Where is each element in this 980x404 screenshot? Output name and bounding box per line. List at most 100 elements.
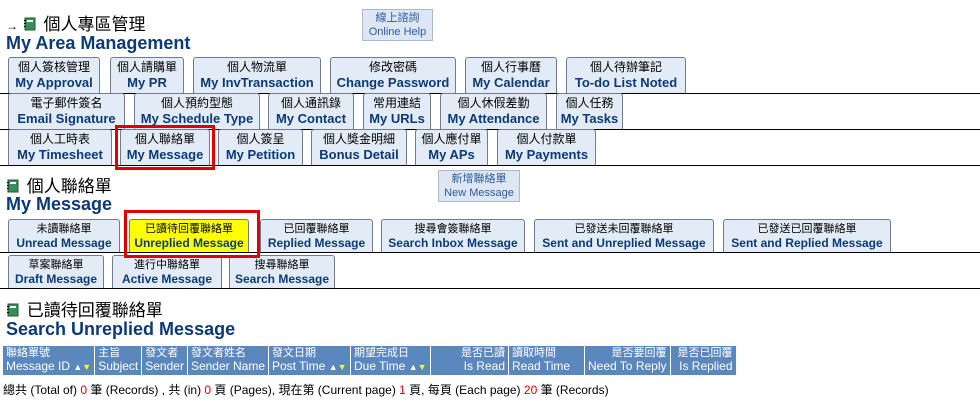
sort-asc-icon[interactable]: ▲ (73, 362, 82, 372)
tab-label-en: Search Message (234, 272, 330, 286)
tab-label-zh: 個人預約型態 (160, 96, 233, 110)
tab-my-petition[interactable]: 個人簽呈 My Petition (218, 129, 303, 165)
tab-label-zh: 進行中聯絡單 (134, 259, 200, 271)
table-header-row: 聯絡單號 Message ID ▲▼ 主旨 Subject 發文者 Sender 發文… (1, 345, 737, 376)
sort-desc-icon[interactable]: ▼ (418, 362, 427, 372)
footer-text: 筆 (Records) , 共 (in) (87, 383, 205, 397)
area-title-en: My Area Management (6, 33, 191, 53)
tab-schedule-type[interactable]: 個人預約型態 My Schedule Type (134, 93, 260, 129)
tab-change-password[interactable]: 修改密碼 Change Password (330, 57, 456, 93)
tab-sent-replied-message[interactable]: 已發送已回覆聯絡單 Sent and Replied Message (723, 219, 891, 252)
tab-my-attendance[interactable]: 個人休假差勤 My Attendance (440, 93, 547, 129)
tab-my-tasks[interactable]: 個人任務 My Tasks (556, 93, 623, 129)
tab-label-zh: 已發送已回覆聯絡單 (757, 223, 857, 235)
area-tabs-row-3: 個人工時表 My Timesheet 個人聯絡單 My Message 個人簽呈 My… (0, 129, 980, 166)
col-label-en: Is Read (463, 359, 505, 373)
message-tabs-row-1: 未讀聯絡單 Unread Message 已讀待回覆聯絡單 Unreplied Me… (0, 219, 980, 253)
tab-unread-message[interactable]: 未讀聯絡單 Unread Message (8, 219, 120, 252)
tab-replied-message[interactable]: 已回覆聯絡單 Replied Message (260, 219, 373, 252)
tab-search-message[interactable]: 搜尋聯絡單 Search Message (229, 255, 335, 288)
tab-label-en: My Payments (504, 147, 589, 162)
tab-my-pr[interactable]: 個人請購單 My PR (110, 57, 184, 93)
sort-icon[interactable]: ▲▼ (329, 362, 347, 372)
tab-my-calendar[interactable]: 個人行事曆 My Calendar (465, 57, 557, 93)
tab-label-en: Active Message (121, 272, 213, 286)
sort-icon[interactable]: ▲▼ (409, 362, 427, 372)
sort-desc-icon[interactable]: ▼ (338, 362, 347, 372)
tab-label-zh: 個人休假差勤 (457, 96, 530, 110)
tab-baseline (0, 288, 980, 289)
sort-desc-icon[interactable]: ▼ (82, 362, 91, 372)
col-label-en: Due Time (354, 359, 406, 373)
tab-search-inbox-message[interactable]: 搜尋會簽聯絡單 Search Inbox Message (381, 219, 525, 252)
tab-my-contact[interactable]: 個人通訊錄 My Contact (268, 93, 354, 129)
search-title-zh: 已讀待回覆聯絡單 (26, 301, 163, 320)
tab-label-en: Search Inbox Message (388, 236, 518, 250)
tab-draft-message[interactable]: 草案聯絡單 Draft Message (8, 255, 104, 288)
col-is-read: 是否已讀 Is Read (430, 345, 509, 376)
tab-email-signature[interactable]: 電子郵件簽名 Email Signature (8, 93, 125, 129)
tab-label-zh: 個人通訊錄 (280, 96, 341, 110)
footer-text: 總共 (Total of) (3, 383, 81, 397)
notebook-icon (23, 17, 36, 31)
tab-label-zh: 已讀待回覆聯絡單 (145, 223, 233, 235)
tab-label-en: My Petition (225, 147, 296, 162)
col-sender: 發文者 Sender (141, 345, 188, 376)
notebook-icon (7, 303, 19, 317)
tab-my-urls[interactable]: 常用連結 My URLs (363, 93, 431, 129)
tab-label-en: Sent and Unreplied Message (542, 236, 706, 250)
tab-label-zh: 個人應付單 (421, 132, 482, 146)
tab-label-zh: 個人簽呈 (236, 132, 285, 146)
tab-label-zh: 草案聯絡單 (28, 259, 84, 271)
col-label-en: Post Time (272, 359, 326, 373)
tab-todo-list[interactable]: 個人待辦筆記 To-do List Noted (566, 57, 686, 93)
current-page: 1 (399, 383, 406, 397)
tab-my-payments[interactable]: 個人付款單 My Payments (497, 129, 596, 165)
sort-asc-icon[interactable]: ▲ (409, 362, 418, 372)
tab-active-message[interactable]: 進行中聯絡單 Active Message (112, 255, 222, 288)
tab-my-invtransaction[interactable]: 個人物流單 My InvTransaction (193, 57, 321, 93)
tab-label-zh: 搜尋聯絡單 (254, 259, 310, 271)
tab-my-aps[interactable]: 個人應付單 My APs (415, 129, 488, 165)
tab-my-message[interactable]: 個人聯絡單 My Message (120, 129, 210, 165)
tab-label-en: My APs (428, 147, 475, 162)
col-message-id[interactable]: 聯絡單號 Message ID ▲▼ (1, 345, 96, 376)
online-help-button[interactable]: 線上諮詢 Online Help (362, 9, 433, 41)
col-sender-name: 發文者姓名 Sender Name (186, 345, 270, 376)
col-label-en: Need To Reply (588, 359, 667, 373)
tab-label-zh: 個人獎金明細 (322, 132, 395, 146)
new-message-button[interactable]: 新增聯絡單 New Message (438, 170, 520, 202)
col-label-en: Message ID (6, 359, 71, 373)
tab-label-en: My Contact (275, 111, 347, 126)
tab-label-zh: 個人付款單 (516, 132, 577, 146)
tab-label-zh: 個人任務 (565, 96, 614, 110)
footer-text: 筆 (Records) (537, 383, 609, 397)
tab-label-en: My URLs (369, 111, 425, 126)
new-message-en: New Message (444, 187, 514, 199)
tab-label-en: Sent and Replied Message (731, 236, 883, 250)
tab-unreplied-message[interactable]: 已讀待回覆聯絡單 Unreplied Message (129, 219, 249, 252)
tab-label-zh: 常用連結 (372, 96, 421, 110)
message-tabs-row-2: 草案聯絡單 Draft Message 進行中聯絡單 Active Message … (0, 255, 980, 289)
tab-my-approval[interactable]: 個人簽核管理 My Approval (8, 57, 100, 93)
col-due-time[interactable]: 期望完成日 Due Time ▲▼ (350, 345, 431, 376)
col-label-en: Read Time (512, 359, 571, 373)
area-title: → 個人專區管理 (6, 10, 145, 35)
tab-label-en: Email Signature (17, 111, 116, 126)
tab-label-en: My Schedule Type (140, 111, 254, 126)
tab-sent-unreplied-message[interactable]: 已發送未回覆聯絡單 Sent and Unreplied Message (534, 219, 714, 252)
notebook-icon (7, 179, 19, 193)
tab-baseline (0, 165, 980, 166)
tab-label-zh: 個人行事曆 (480, 60, 541, 74)
area-tabs-row-2: 電子郵件簽名 Email Signature 個人預約型態 My Schedule … (0, 93, 980, 130)
tab-baseline (0, 252, 980, 253)
tab-bonus-detail[interactable]: 個人獎金明細 Bonus Detail (311, 129, 407, 165)
tab-label-en: Bonus Detail (319, 147, 399, 162)
sort-asc-icon[interactable]: ▲ (329, 362, 338, 372)
sort-icon[interactable]: ▲▼ (73, 362, 91, 372)
tab-label-zh: 未讀聯絡單 (36, 223, 92, 235)
tab-label-en: My Calendar (472, 75, 550, 90)
col-post-time[interactable]: 發文日期 Post Time ▲▼ (268, 345, 351, 376)
tab-label-zh: 個人物流單 (226, 60, 287, 74)
tab-my-timesheet[interactable]: 個人工時表 My Timesheet (8, 129, 112, 165)
